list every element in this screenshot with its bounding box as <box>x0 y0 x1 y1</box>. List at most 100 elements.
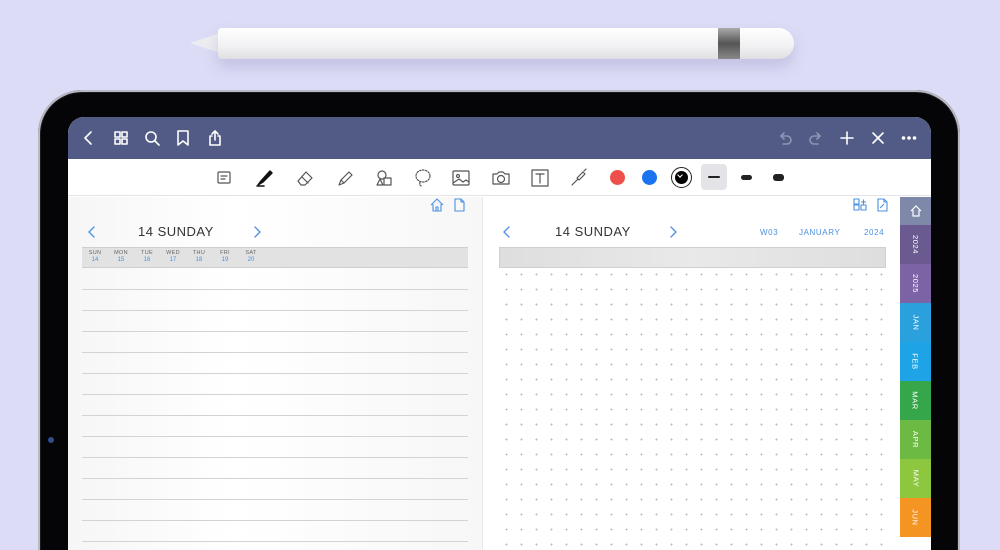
pencil-band <box>718 28 740 59</box>
next-day-arrow-icon[interactable] <box>666 225 680 239</box>
ruled-line <box>82 352 468 353</box>
tab-may[interactable]: MAY <box>900 459 931 498</box>
tab-apr[interactable]: APR <box>900 420 931 459</box>
tab-2025[interactable]: 2025 <box>900 264 931 303</box>
week-day-number: 18 <box>195 257 203 263</box>
ruled-line <box>82 415 468 416</box>
tab-feb[interactable]: FEB <box>900 342 931 381</box>
dot-grid <box>499 267 887 550</box>
image-tool-icon[interactable] <box>448 165 474 191</box>
search-icon[interactable] <box>142 128 162 148</box>
ruled-line <box>82 289 468 290</box>
week-day[interactable]: SUN 14 <box>82 248 108 263</box>
text-tool-icon[interactable] <box>527 165 553 191</box>
page-link-icon[interactable] <box>451 197 467 213</box>
week-day-number: 17 <box>169 257 177 263</box>
year-link[interactable]: 2024 <box>864 228 884 237</box>
left-page: 14 SUNDAY SUN 14 MON 15 TUE 16 WED 17 THU 18 … <box>68 197 482 550</box>
tab-jan[interactable]: JAN <box>900 303 931 342</box>
color-swatch-black-selected[interactable] <box>671 167 692 188</box>
week-day[interactable]: SAT 20 <box>238 248 264 263</box>
bookmark-icon[interactable] <box>173 128 193 148</box>
tab-label: JAN <box>911 314 920 331</box>
side-tab-index: 2024 2025 JAN FEB MAR APR MAY JUN <box>900 197 931 550</box>
day-title: 14 SUNDAY <box>138 224 214 239</box>
week-day[interactable]: MON 15 <box>108 248 134 263</box>
more-icon[interactable] <box>899 128 919 148</box>
tab-2024[interactable]: 2024 <box>900 225 931 264</box>
close-icon[interactable] <box>868 128 888 148</box>
share-icon[interactable] <box>205 128 225 148</box>
stroke-width-medium[interactable] <box>733 164 759 190</box>
camera-dot <box>48 437 54 443</box>
home-icon <box>910 205 921 217</box>
week-day-number: 15 <box>117 257 125 263</box>
shapes-tool-icon[interactable] <box>371 165 397 191</box>
notes-link-icon[interactable] <box>874 197 890 213</box>
stroke-width-thick[interactable] <box>765 164 791 190</box>
eraser-tool-icon[interactable] <box>292 165 318 191</box>
week-day-number: 14 <box>91 257 99 263</box>
week-day-name: SAT <box>245 250 257 256</box>
prev-day-arrow-icon[interactable] <box>500 225 514 239</box>
tab-jun[interactable]: JUN <box>900 498 931 537</box>
ruled-line <box>82 520 468 521</box>
pencil-tip <box>190 33 220 53</box>
week-day[interactable]: FRI 19 <box>212 248 238 263</box>
tab-label: FEB <box>910 353 920 370</box>
tab-label: 2025 <box>911 273 920 294</box>
tab-label: MAR <box>911 391 920 410</box>
medium-stroke-icon <box>740 174 752 180</box>
add-page-icon[interactable] <box>837 128 857 148</box>
pen-tool-icon[interactable] <box>252 165 278 191</box>
ruled-line <box>82 310 468 311</box>
week-day[interactable]: THU 18 <box>186 248 212 263</box>
highlighter-tool-icon[interactable] <box>332 165 358 191</box>
drawing-toolbar <box>68 159 931 196</box>
tab-home[interactable] <box>900 197 931 225</box>
color-swatch-blue[interactable] <box>642 170 657 185</box>
ruled-line <box>82 373 468 374</box>
grid-thumbnails-icon[interactable] <box>111 128 131 148</box>
day-title: 14 SUNDAY <box>555 224 631 239</box>
color-swatch-red[interactable] <box>610 170 625 185</box>
week-day[interactable]: TUE 16 <box>134 248 160 263</box>
ruled-line <box>82 394 468 395</box>
thin-stroke-icon <box>708 176 720 178</box>
tab-label: JUN <box>910 509 920 526</box>
back-icon[interactable] <box>79 128 99 148</box>
tab-mar[interactable]: MAR <box>900 381 931 420</box>
week-day-name: TUE <box>141 250 153 256</box>
tab-label: 2024 <box>911 234 920 255</box>
week-number-link[interactable]: W03 <box>760 228 778 237</box>
prev-day-arrow-icon[interactable] <box>85 225 99 239</box>
laser-pointer-tool-icon[interactable] <box>566 165 592 191</box>
week-day-name: SUN <box>88 250 102 256</box>
undo-icon[interactable] <box>775 128 795 148</box>
thick-stroke-icon <box>772 173 784 181</box>
ruled-line <box>82 541 468 542</box>
top-nav-bar <box>68 117 931 159</box>
home-link-icon[interactable] <box>429 197 445 213</box>
stylus-pencil <box>190 28 794 59</box>
tab-label: MAY <box>911 469 920 488</box>
week-day[interactable]: WED 17 <box>160 248 186 263</box>
ruled-line <box>82 478 468 479</box>
tablet-screen: 14 SUNDAY SUN 14 MON 15 TUE 16 WED 17 THU 18 … <box>68 117 931 550</box>
tab-label: APR <box>910 430 920 449</box>
read-only-mode-icon[interactable] <box>211 165 237 191</box>
right-page: 14 SUNDAY W03 JANUARY 2024 <box>482 197 900 550</box>
stroke-width-thin[interactable] <box>701 164 727 190</box>
week-strip: SUN 14 MON 15 TUE 16 WED 17 THU 18 FRI 19 SAT 2… <box>82 247 468 268</box>
redo-icon[interactable] <box>806 128 826 148</box>
week-day-name: FRI <box>220 250 230 256</box>
layout-link-icon[interactable] <box>852 197 868 213</box>
lasso-tool-icon[interactable] <box>410 165 436 191</box>
ruled-line <box>82 331 468 332</box>
week-day-name: MON <box>114 250 128 256</box>
camera-tool-icon[interactable] <box>488 165 514 191</box>
ruled-line <box>82 457 468 458</box>
month-link[interactable]: JANUARY <box>799 228 840 237</box>
ruled-line <box>82 499 468 500</box>
next-day-arrow-icon[interactable] <box>250 225 264 239</box>
